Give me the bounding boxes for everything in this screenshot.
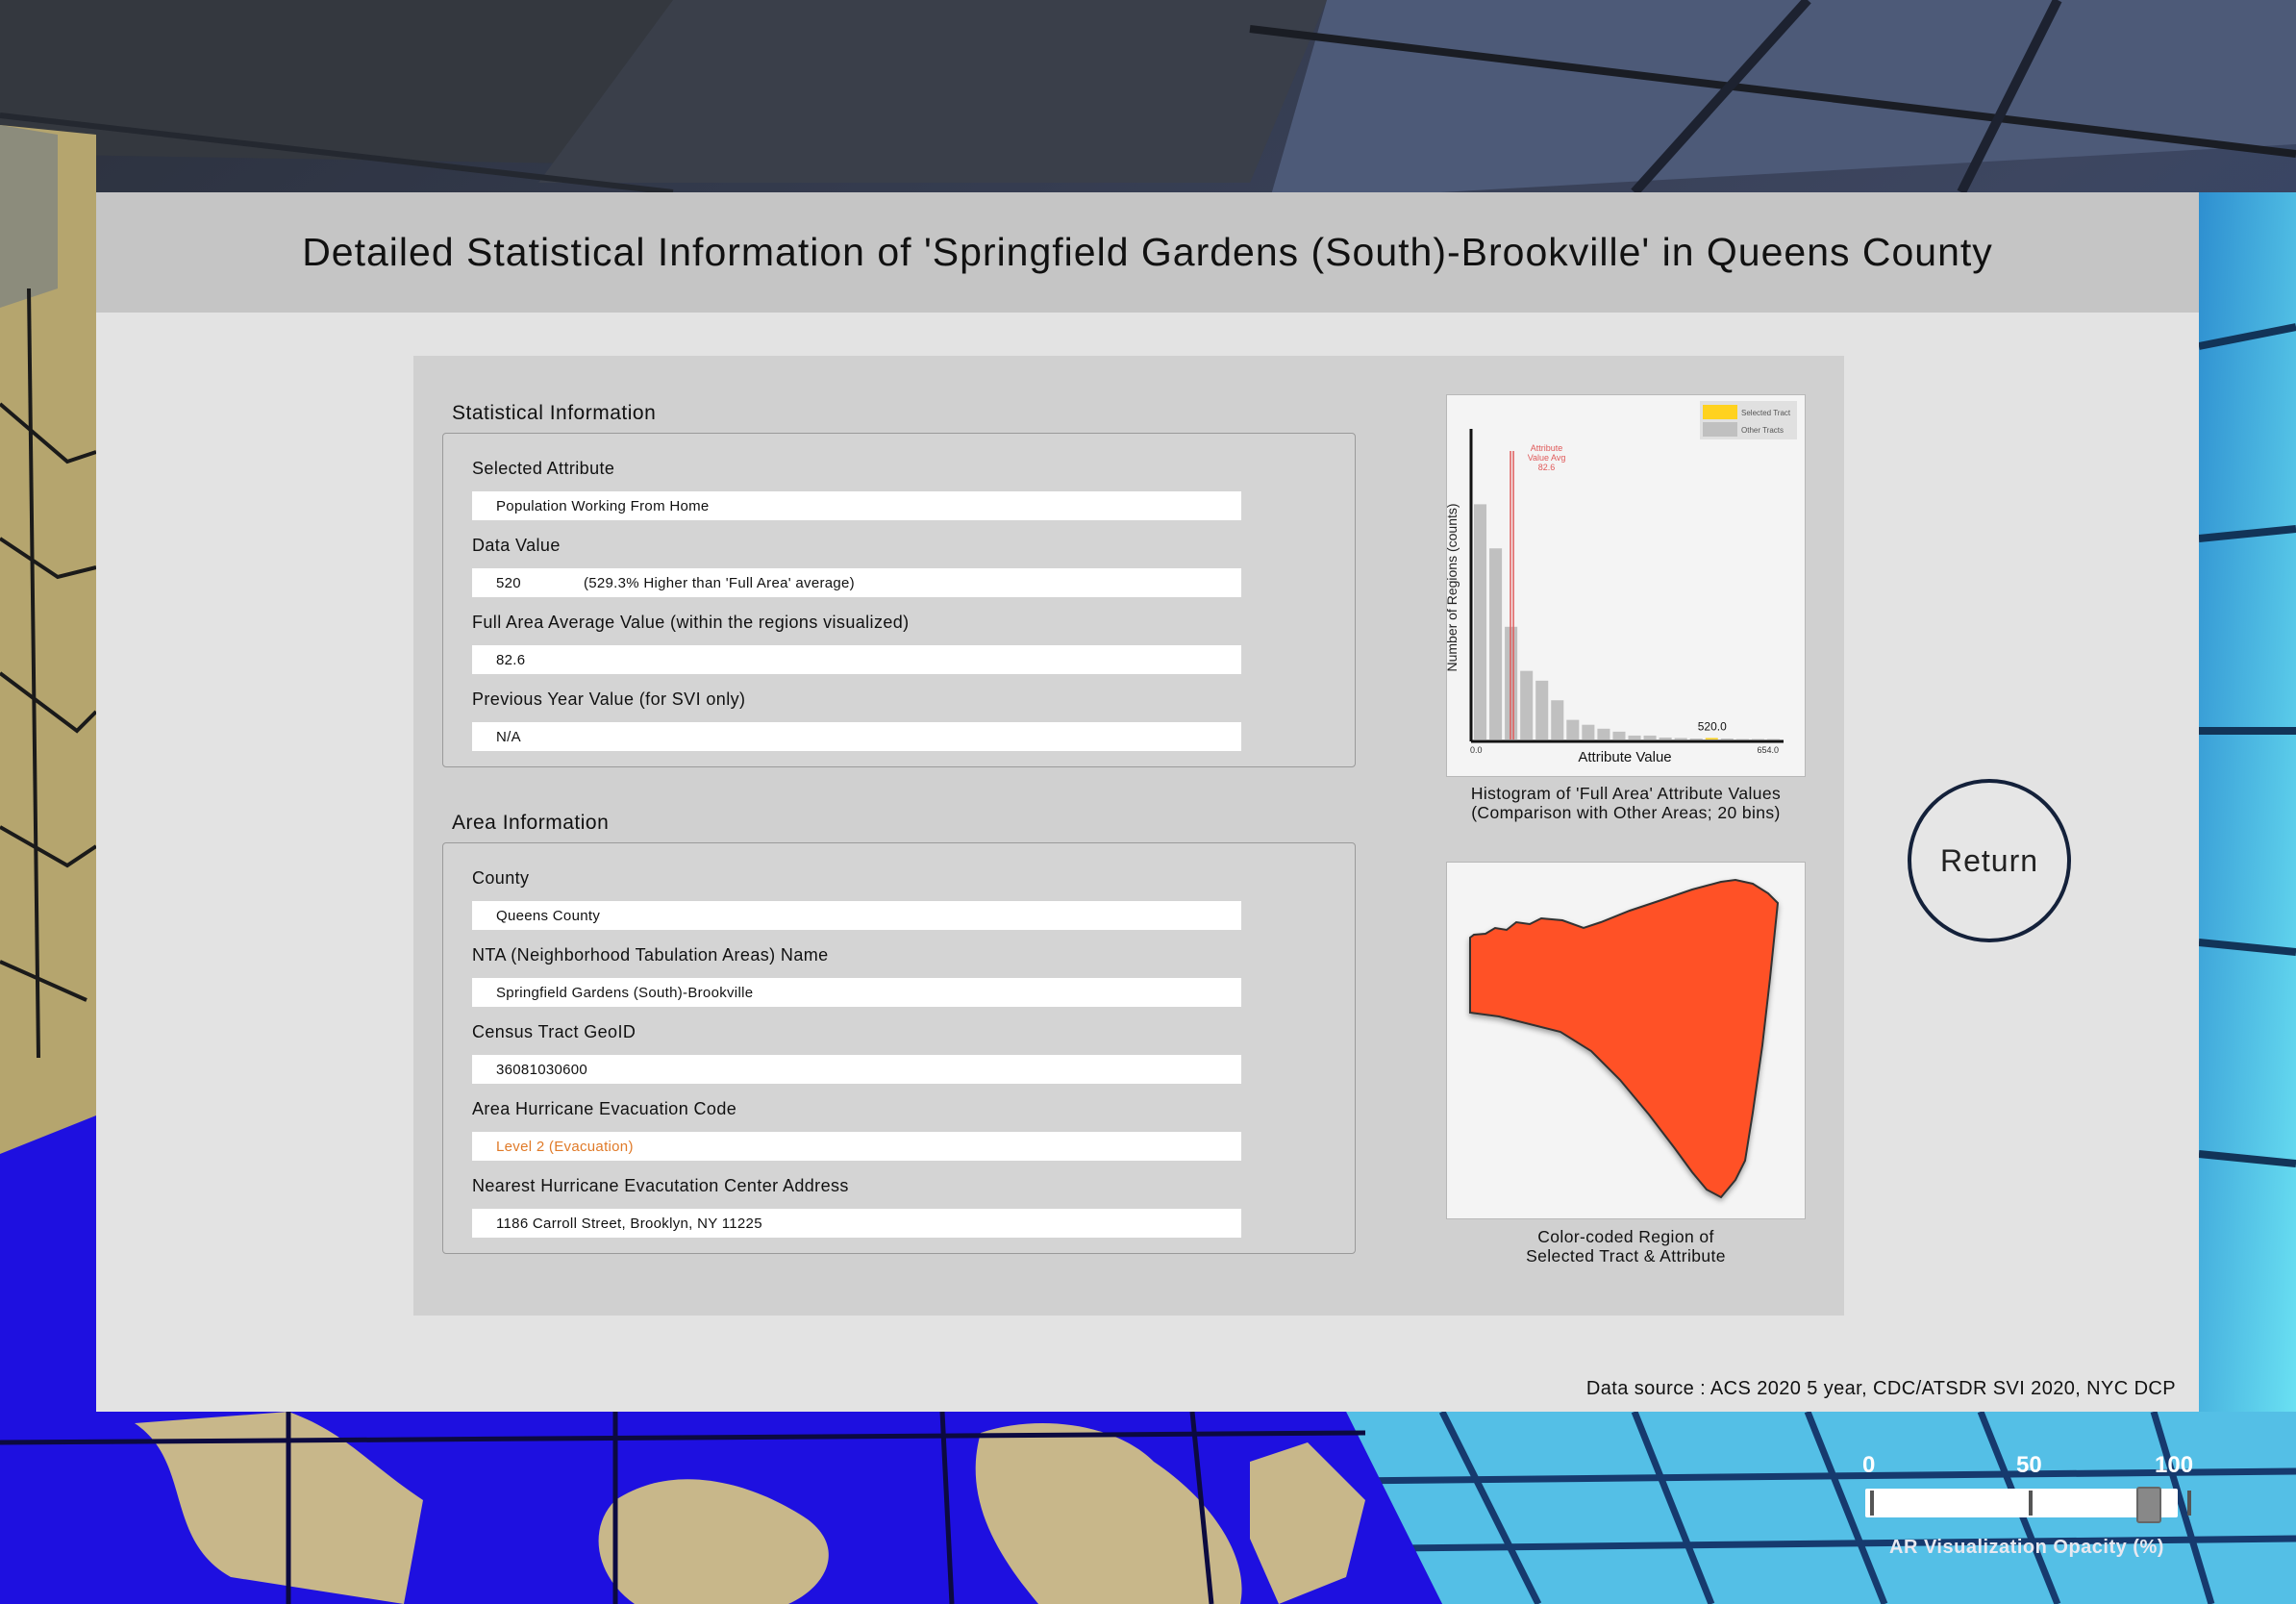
data-source-text: Data source : ACS 2020 5 year, CDC/ATSDR… [1585, 1378, 2176, 1399]
histogram-caption: Histogram of 'Full Area' Attribute Value… [1427, 784, 1825, 822]
legend-other-swatch [1703, 422, 1737, 437]
panel-title: Detailed Statistical Information of 'Spr… [302, 230, 1993, 274]
evac-center-label: Nearest Hurricane Evacutation Center Add… [472, 1176, 849, 1195]
content-area: Statistical Information Selected Attribu… [413, 356, 1844, 1316]
region-caption-line1: Color-coded Region of [1537, 1227, 1714, 1246]
avg-line-label: Attribute [1531, 443, 1563, 453]
county-label: County [472, 868, 530, 888]
histogram-bar [1628, 735, 1641, 739]
opacity-slider[interactable]: 0 50 100 AR Visualization Opacity (%) [1851, 1452, 2207, 1567]
histogram-bar [1582, 724, 1595, 739]
slider-tick-50 [2029, 1491, 2033, 1516]
return-button-label: Return [1939, 842, 2039, 878]
histogram-caption-line1: Histogram of 'Full Area' Attribute Value… [1470, 784, 1782, 803]
x-tick-max: 654.0 [1757, 745, 1779, 755]
nta-field: Springfield Gardens (South)-Brookville [472, 978, 1241, 1007]
histogram-bar [1643, 735, 1657, 739]
histogram-bar [1659, 737, 1672, 739]
selected-attribute-field: Population Working From Home [472, 491, 1241, 520]
data-value-note: (529.3% Higher than 'Full Area' average) [583, 574, 855, 591]
slider-caption: AR Visualization Opacity (%) [1889, 1537, 2164, 1558]
legend-selected-swatch [1703, 405, 1737, 419]
selected-attribute-value: Population Working From Home [496, 497, 710, 514]
legend-selected-label: Selected Tract [1741, 409, 1791, 417]
statistical-info-box: Selected Attribute Population Working Fr… [442, 433, 1356, 767]
slider-track[interactable] [1865, 1489, 2178, 1517]
region-caption: Color-coded Region of Selected Tract & A… [1427, 1227, 1825, 1266]
x-axis-label: Attribute Value [1578, 749, 1671, 765]
avg-line-label: Value Avg [1528, 453, 1566, 463]
histogram-legend: Selected Tract Other Tracts [1700, 401, 1797, 439]
histogram-bar [1489, 548, 1503, 739]
data-value-label: Data Value [472, 536, 561, 555]
nta-value: Springfield Gardens (South)-Brookville [496, 984, 754, 1001]
histogram-bar [1520, 670, 1534, 739]
prev-year-field: N/A [472, 722, 1241, 751]
data-value: 520 [496, 574, 521, 591]
evac-code-label: Area Hurricane Evacuation Code [472, 1099, 737, 1118]
evac-code-value: Level 2 (Evacuation) [496, 1138, 634, 1155]
geoid-value: 36081030600 [496, 1061, 588, 1078]
slider-tick-label-100: 100 [2155, 1452, 2194, 1478]
full-area-avg-field: 82.6 [472, 645, 1241, 674]
area-info-box: County Queens County NTA (Neighborhood T… [442, 842, 1356, 1254]
area-info-title: Area Information [452, 812, 610, 834]
histogram-bar [1535, 680, 1549, 739]
histogram-bar [1597, 728, 1610, 739]
histogram-card: 520.0 Attribute Value Avg 82.6 Number of R… [1444, 394, 1806, 777]
histogram-bar-selected [1705, 738, 1718, 739]
selected-value-label: 520.0 [1698, 719, 1727, 733]
region-card [1446, 862, 1806, 1219]
prev-year-label: Previous Year Value (for SVI only) [472, 689, 746, 709]
geoid-label: Census Tract GeoID [472, 1022, 636, 1041]
nta-label: NTA (Neighborhood Tabulation Areas) Name [472, 945, 829, 965]
geoid-field: 36081030600 [472, 1055, 1241, 1084]
histogram-bar [1566, 719, 1580, 739]
selected-attribute-label: Selected Attribute [472, 459, 615, 478]
detail-panel: Detailed Statistical Information of 'Spr… [96, 192, 2199, 1412]
histogram-bar [1674, 738, 1687, 739]
histogram-chart: 520.0 AttributeValue Avg82.6 Number of R… [1444, 401, 1797, 765]
histogram-caption-line2: (Comparison with Other Areas; 20 bins) [1471, 803, 1781, 822]
legend-other-label: Other Tracts [1741, 426, 1784, 435]
statistical-info-title: Statistical Information [452, 402, 657, 424]
avg-line-label: 82.6 [1538, 463, 1556, 472]
slider-thumb[interactable] [2136, 1487, 2162, 1523]
evac-code-field: Level 2 (Evacuation) [472, 1132, 1241, 1161]
slider-tick-100 [2187, 1491, 2191, 1516]
full-area-avg-value: 82.6 [496, 651, 526, 668]
slider-tick-0 [1870, 1491, 1874, 1516]
selected-tract-shape [1469, 878, 1780, 1199]
region-caption-line2: Selected Tract & Attribute [1526, 1246, 1726, 1266]
histogram-bar [1474, 504, 1487, 739]
x-tick-min: 0.0 [1470, 745, 1483, 755]
county-value: Queens County [496, 907, 601, 924]
prev-year-value: N/A [496, 728, 521, 745]
data-value-field: 520 (529.3% Higher than 'Full Area' aver… [472, 568, 1241, 597]
county-field: Queens County [472, 901, 1241, 930]
slider-tick-label-0: 0 [1862, 1452, 1876, 1478]
evac-center-value: 1186 Carroll Street, Brooklyn, NY 11225 [496, 1215, 762, 1232]
return-button[interactable]: Return [1908, 779, 2071, 942]
region-map [1469, 878, 1780, 1199]
y-axis-label: Number of Regions (counts) [1447, 503, 1460, 671]
histogram-bar [1612, 731, 1626, 739]
evac-center-field: 1186 Carroll Street, Brooklyn, NY 11225 [472, 1209, 1241, 1238]
panel-header: Detailed Statistical Information of 'Spr… [96, 192, 2199, 313]
full-area-avg-label: Full Area Average Value (within the regi… [472, 613, 910, 632]
slider-tick-label-50: 50 [2016, 1452, 2042, 1478]
histogram-bar [1551, 700, 1564, 739]
